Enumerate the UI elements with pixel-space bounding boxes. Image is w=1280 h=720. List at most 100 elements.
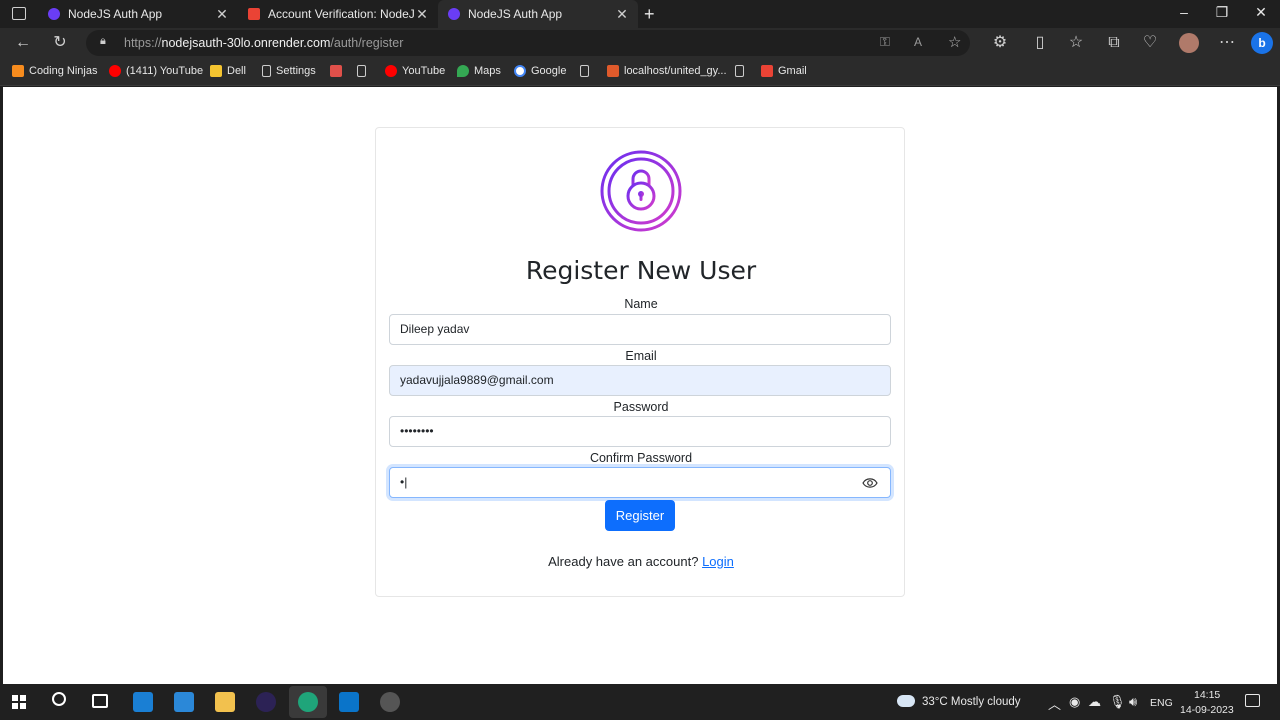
bookmark-label: Coding Ninjas [29,65,98,77]
bookmark-unnamed-3[interactable] [580,65,594,77]
favorites-icon[interactable]: ☆ [1066,33,1086,53]
register-button[interactable]: Register [605,500,675,531]
bookmark-label: (1411) YouTube [126,65,204,77]
tab-actions-icon[interactable] [12,7,26,20]
youtube-icon [109,65,121,77]
bookmark-label: Google [531,65,567,77]
close-icon[interactable]: ✕ [614,6,630,23]
name-label: Name [624,297,658,311]
windows-start-icon[interactable] [12,695,26,709]
onedrive-icon[interactable]: ☁ [1088,694,1101,710]
volume-icon[interactable]: 🔊︎ [1129,694,1137,710]
more-menu-icon[interactable]: ⋯ [1217,33,1237,53]
bookmark-gmail[interactable]: Gmail [761,65,807,77]
tab-label: NodeJS Auth App [68,7,163,21]
folder-icon [210,65,222,77]
vscode-icon[interactable] [339,692,359,712]
language-indicator[interactable]: ENG [1150,697,1173,709]
login-link[interactable]: Login [702,554,734,569]
read-aloud-icon[interactable]: A [914,35,922,49]
profile-avatar[interactable] [1179,33,1199,53]
youtube-icon [385,65,397,77]
copilot-icon[interactable]: b [1251,32,1273,54]
weather-text[interactable]: 33°C Mostly cloudy [922,696,1021,708]
favorite-star-icon[interactable]: ☆ [948,33,961,51]
minimize-icon[interactable]: – [1174,4,1194,20]
tab-label: Account Verification: NodeJS Aut [268,7,414,21]
clock-date[interactable]: 14-09-2023 [1180,704,1234,716]
bookmarks-bar: Coding Ninjas (1411) YouTube Dell Settin… [0,58,1280,86]
key-icon[interactable]: ⚿ [880,34,890,50]
register-card: Register New User Name Dileep yadav Emai… [375,127,905,597]
tab-nodejs-auth-1[interactable]: NodeJS Auth App ✕ [38,0,238,28]
coding-ninjas-icon [12,65,24,77]
bookmark-coding-ninjas[interactable]: Coding Ninjas [12,65,97,77]
record-icon[interactable]: ◉ [1069,694,1080,710]
edge-icon[interactable] [298,692,318,712]
window-close-icon[interactable]: ✕ [1251,4,1271,21]
search-icon[interactable] [52,692,66,706]
eclipse-icon[interactable] [256,692,276,712]
page-icon [735,65,744,77]
xampp-icon [607,65,619,77]
gmail-icon [761,65,773,77]
bookmark-label: localhost/united_gy... [624,65,727,77]
new-tab-icon[interactable]: + [644,4,655,25]
name-field[interactable]: Dileep yadav [389,314,891,345]
browser-tab-strip: NodeJS Auth App ✕ Account Verification: … [0,0,1280,28]
microphone-icon[interactable]: 🎙︎ [1109,694,1126,710]
email-field[interactable]: yadavujjala9889@gmail.com [389,365,891,396]
close-icon[interactable]: ✕ [214,6,230,23]
task-view-icon[interactable] [92,694,108,708]
google-icon [514,65,526,77]
bookmark-youtube-1411[interactable]: (1411) YouTube [109,65,203,77]
bookmark-google[interactable]: Google [514,65,566,77]
eye-icon[interactable] [862,477,878,489]
confirm-password-value: •| [400,475,408,489]
page-icon [262,65,271,77]
address-bar[interactable]: 🔒︎ https://nodejsauth-30lo.onrender.com/… [86,30,970,56]
store-icon[interactable] [174,692,194,712]
chrome-icon[interactable] [380,692,400,712]
confirm-password-label: Confirm Password [589,451,693,465]
reload-icon[interactable]: ↻ [50,33,70,53]
close-icon[interactable]: ✕ [414,6,430,23]
password-label: Password [613,400,669,414]
bookmark-site-icon [330,65,342,77]
bookmark-label: Gmail [778,65,807,77]
login-prompt: Already have an account? Login [376,554,906,569]
clock-time[interactable]: 14:15 [1194,689,1220,701]
browser-toolbar: ← ↻ 🔒︎ https://nodejsauth-30lo.onrender.… [0,28,1280,58]
weather-icon [897,695,915,707]
maps-pin-icon [457,65,469,77]
bookmark-settings[interactable]: Settings [262,65,316,77]
page-icon [357,65,366,77]
bookmark-youtube[interactable]: YouTube [385,65,445,77]
split-screen-icon[interactable]: ▯ [1030,33,1050,53]
mail-icon[interactable] [133,692,153,712]
restore-icon[interactable]: ❐ [1212,4,1232,21]
bookmark-maps[interactable]: Maps [457,65,501,77]
browser-essentials-icon[interactable]: ♡ [1140,33,1160,53]
url-text: https://nodejsauth-30lo.onrender.com/aut… [124,36,404,50]
tab-nodejs-auth-2[interactable]: NodeJS Auth App ✕ [438,0,638,28]
bookmark-label: Dell [227,65,246,77]
password-field[interactable]: •••••••• [389,416,891,447]
tab-account-verification[interactable]: Account Verification: NodeJS Aut ✕ [238,0,438,28]
bookmark-localhost[interactable]: localhost/united_gy... [607,65,727,77]
bookmark-unnamed-1[interactable] [330,65,347,77]
bookmark-dell[interactable]: Dell [210,65,246,77]
notifications-icon[interactable] [1245,694,1260,707]
confirm-password-field[interactable]: •| [389,467,891,498]
collections-icon[interactable]: ⧉ [1104,33,1124,53]
email-label: Email [625,349,657,363]
bookmark-unnamed-4[interactable] [735,65,749,77]
bookmark-unnamed-2[interactable] [357,65,371,77]
chevron-up-icon[interactable]: ︿ [1048,694,1061,713]
lock-logo-icon [600,150,682,232]
extensions-icon[interactable]: ⚙ [990,33,1010,53]
back-icon[interactable]: ← [13,33,33,53]
page-title: Register New User [525,256,757,285]
lock-icon: 🔒︎ [100,35,106,47]
file-explorer-icon[interactable] [215,692,235,712]
